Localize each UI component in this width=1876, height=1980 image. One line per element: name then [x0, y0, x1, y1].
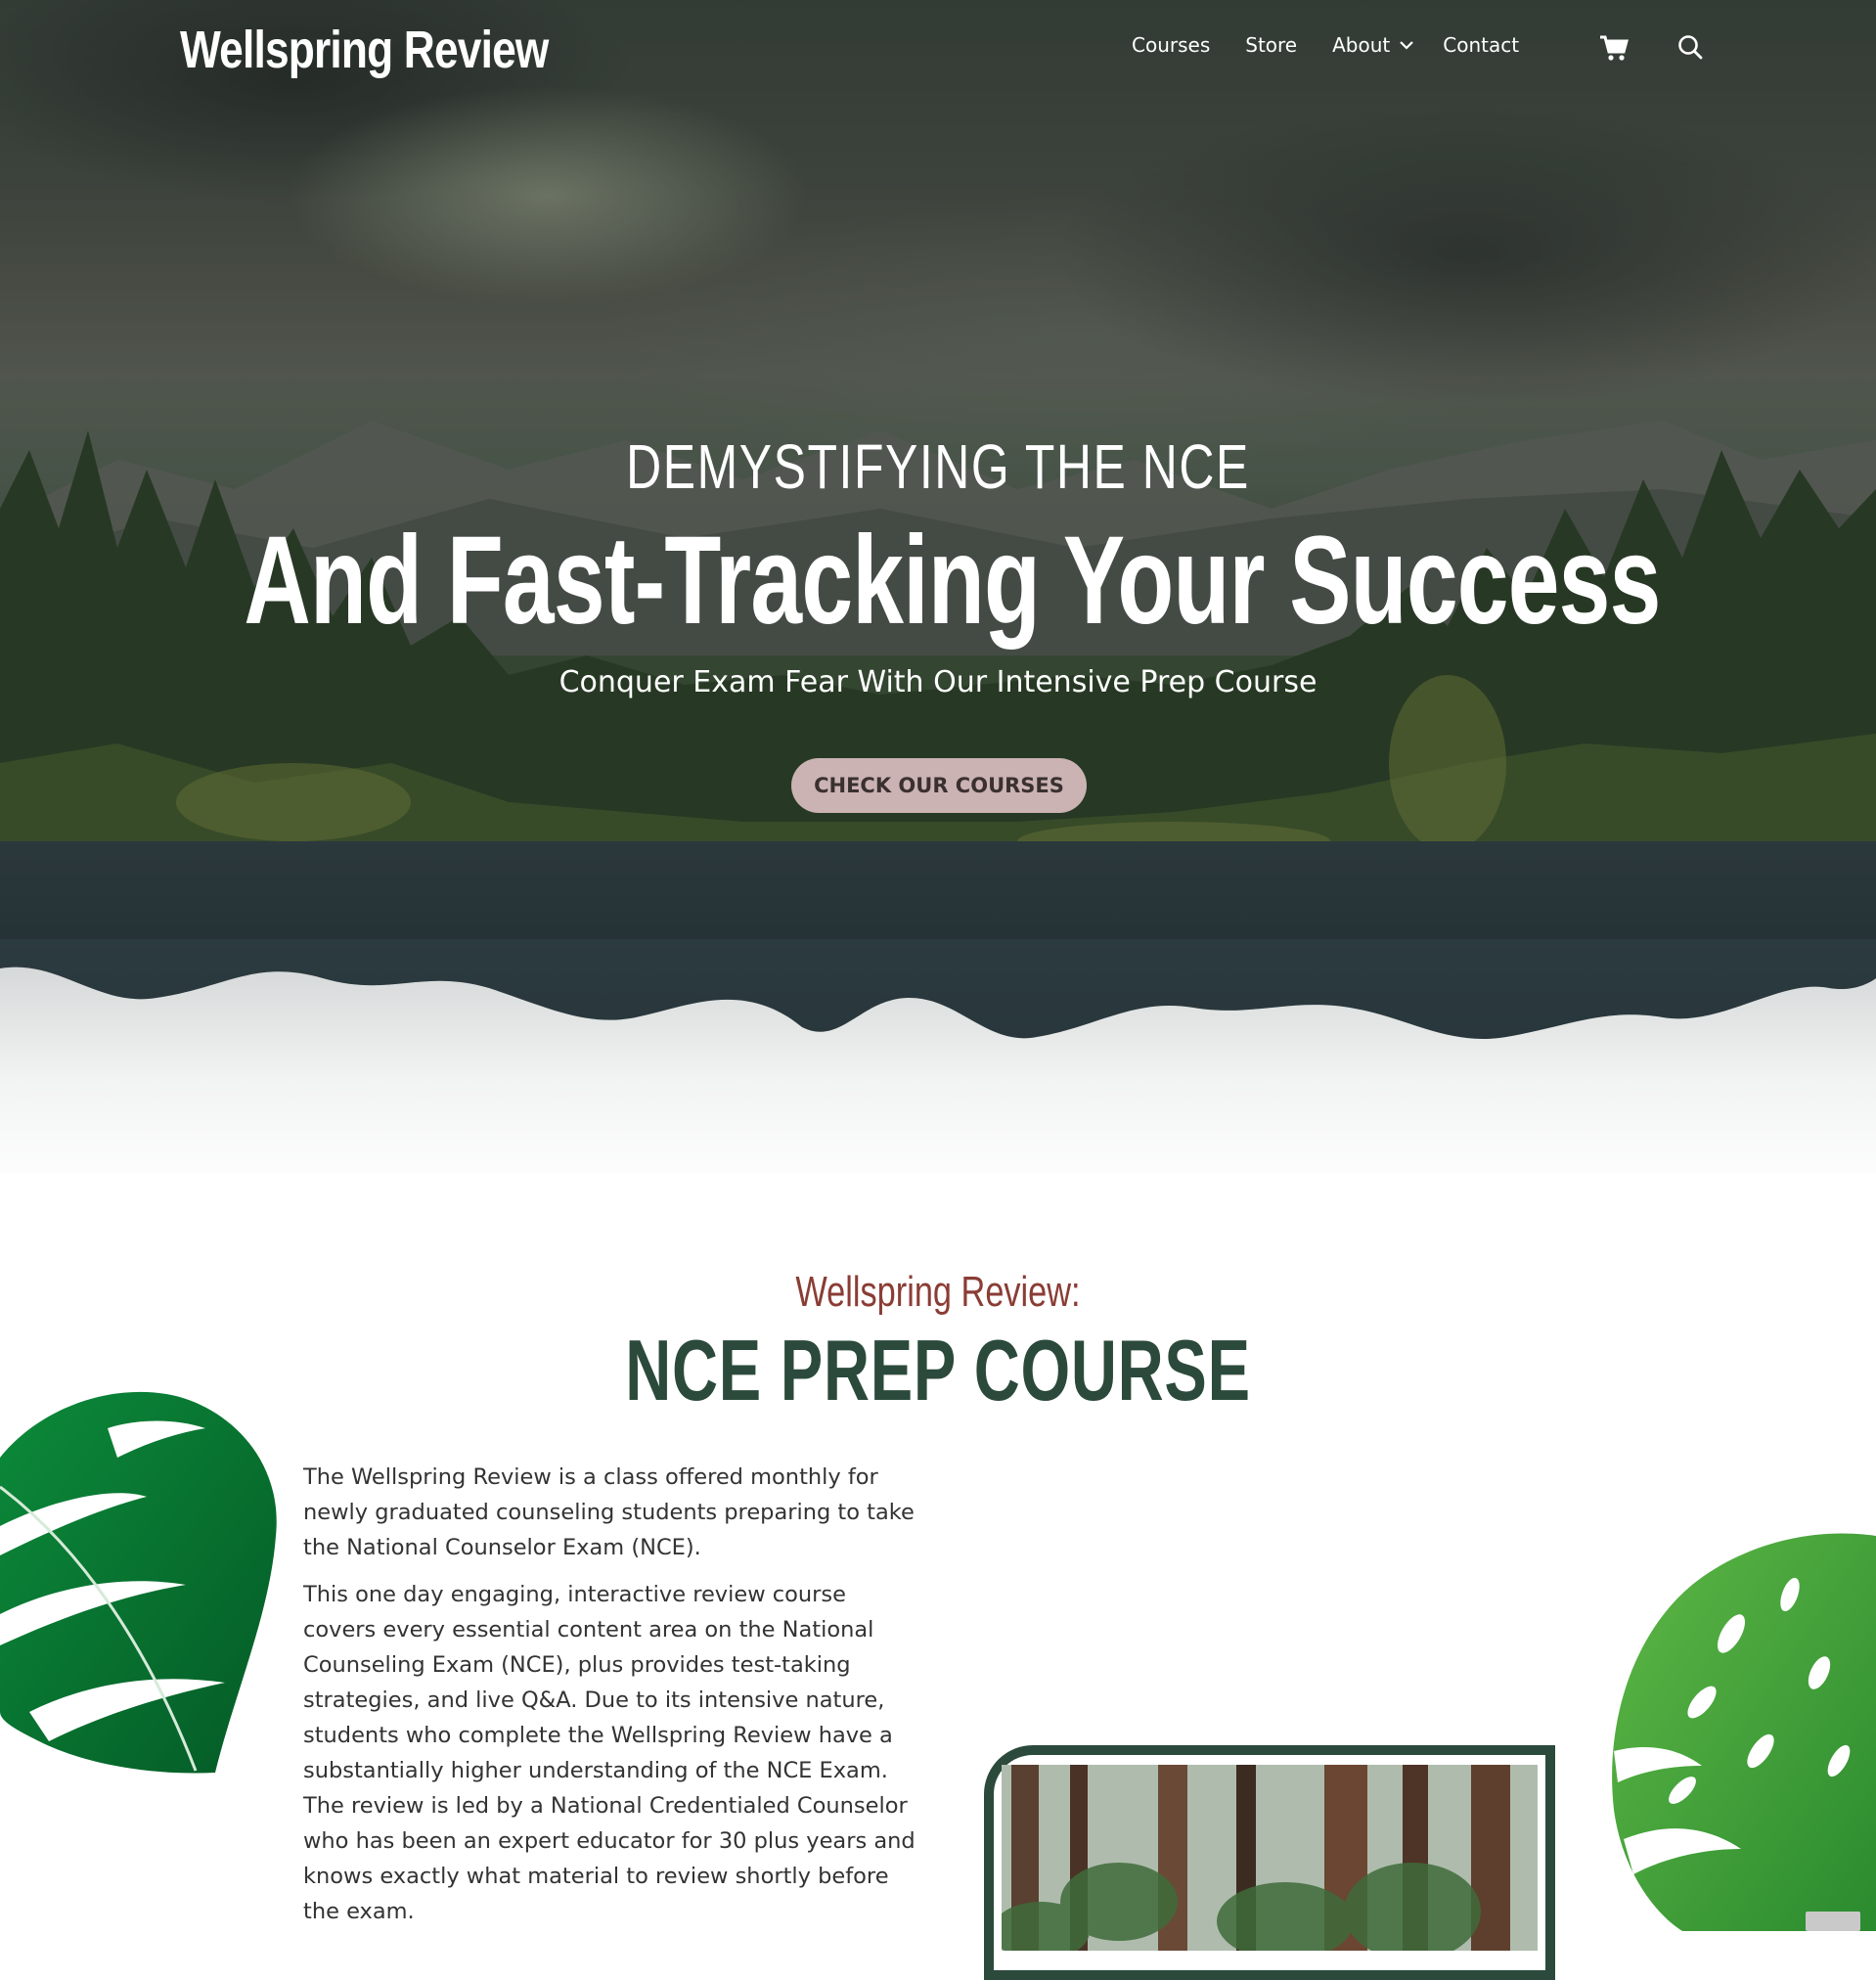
section-kicker: Wellspring Review:	[795, 1268, 1081, 1316]
nav-courses-label: Courses	[1132, 33, 1211, 57]
chevron-down-icon	[1400, 41, 1414, 50]
nav-contact-label: Contact	[1443, 33, 1520, 57]
monstera-leaf-right	[1612, 1533, 1876, 1931]
nav-store-label: Store	[1245, 33, 1298, 57]
hero-headline: And Fast-Tracking Your Success	[244, 511, 1661, 651]
cart-icon[interactable]	[1598, 33, 1630, 63]
nav-courses[interactable]: Courses	[1132, 33, 1210, 57]
intro-paragraph-1: The Wellspring Review is a class offered…	[303, 1464, 915, 1560]
nav-about-label: About	[1332, 33, 1391, 57]
check-courses-button[interactable]: CHECK OUR COURSES	[791, 758, 1087, 813]
scroll-to-top-button[interactable]	[1806, 1912, 1860, 1931]
hero-eyebrow: DEMYSTIFYING THE NCE	[626, 431, 1250, 502]
main-nav: Courses Store About Contact	[1132, 33, 1554, 57]
section-title: NCE PREP COURSE	[625, 1322, 1251, 1418]
intro-paragraph-2: This one day engaging, interactive revie…	[303, 1582, 916, 1924]
nav-about[interactable]: About	[1332, 33, 1415, 57]
monstera-leaf-left	[0, 1391, 277, 1774]
intro-body: The Wellspring Review is a class offered…	[303, 1460, 919, 1941]
hero-subline: Conquer Exam Fear With Our Intensive Pre…	[558, 665, 1318, 699]
nav-contact[interactable]: Contact	[1443, 33, 1519, 57]
cloud-divider	[0, 967, 1876, 1174]
redwood-forest-photo	[1002, 1765, 1538, 1951]
site-logo[interactable]: Wellspring Review	[180, 20, 549, 80]
nav-store[interactable]: Store	[1245, 33, 1297, 57]
search-icon[interactable]	[1676, 33, 1704, 63]
